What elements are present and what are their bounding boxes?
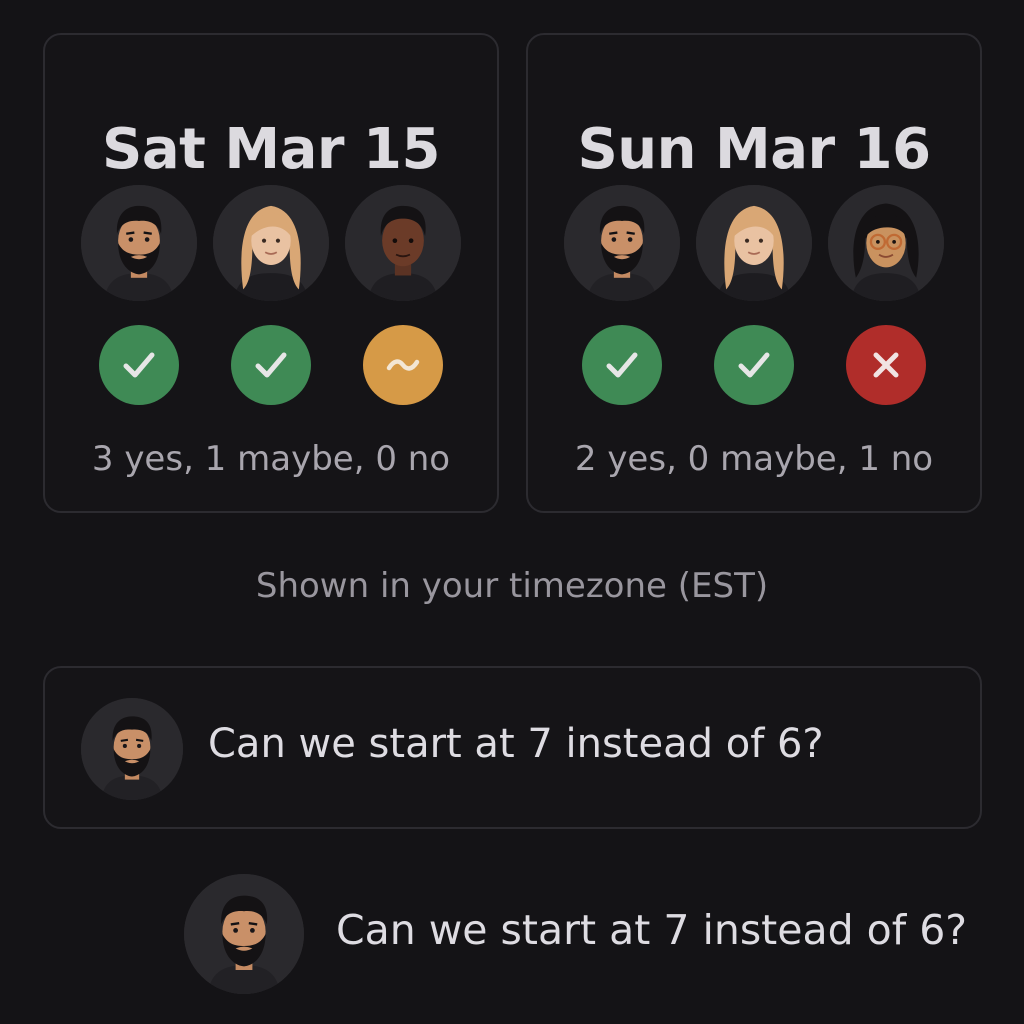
bearded-man-avatar [81, 698, 183, 800]
check-icon [249, 343, 293, 387]
check-icon [600, 343, 644, 387]
check-icon [732, 343, 776, 387]
status-yes-badge [582, 325, 662, 405]
bearded-man-avatar [564, 185, 680, 301]
attendee-avatars [45, 185, 497, 301]
day-card-sat-mar-15[interactable]: Sat Mar 15 3 yes, 1 maybe, 0 no [43, 33, 499, 513]
attendee-statuses [45, 325, 497, 405]
bearded-man-avatar [184, 874, 304, 994]
comment-text: Can we start at 7 instead of 6? [208, 721, 824, 767]
status-yes-badge [714, 325, 794, 405]
dark-skinned-man-avatar [345, 185, 461, 301]
status-yes-badge [99, 325, 179, 405]
status-yes-badge [231, 325, 311, 405]
comment-card[interactable]: Can we start at 7 instead of 6? [43, 666, 982, 829]
vote-summary: 2 yes, 0 maybe, 1 no [574, 439, 934, 479]
comment-text: Can we start at 7 instead of 6? [336, 906, 968, 954]
blonde-woman-avatar [213, 185, 329, 301]
attendee-avatars [528, 185, 980, 301]
check-icon [117, 343, 161, 387]
vote-summary: 3 yes, 1 maybe, 0 no [91, 439, 451, 479]
day-title: Sat Mar 15 [102, 117, 440, 182]
day-title: Sun Mar 16 [577, 117, 931, 182]
blonde-woman-avatar [696, 185, 812, 301]
status-maybe-badge [363, 325, 443, 405]
tilde-icon [381, 343, 425, 387]
bearded-man-avatar [81, 185, 197, 301]
woman-glasses-avatar [828, 185, 944, 301]
attendee-statuses [528, 325, 980, 405]
comment-item[interactable]: Can we start at 7 instead of 6? [184, 874, 984, 994]
day-card-sun-mar-16[interactable]: Sun Mar 16 2 yes, 0 maybe, 1 no [526, 33, 982, 513]
timezone-note: Shown in your timezone (EST) [255, 566, 769, 606]
x-icon [864, 343, 908, 387]
status-no-badge [846, 325, 926, 405]
scheduling-page: Sat Mar 15 3 yes, 1 maybe, 0 no Sun Mar … [0, 0, 1024, 1024]
